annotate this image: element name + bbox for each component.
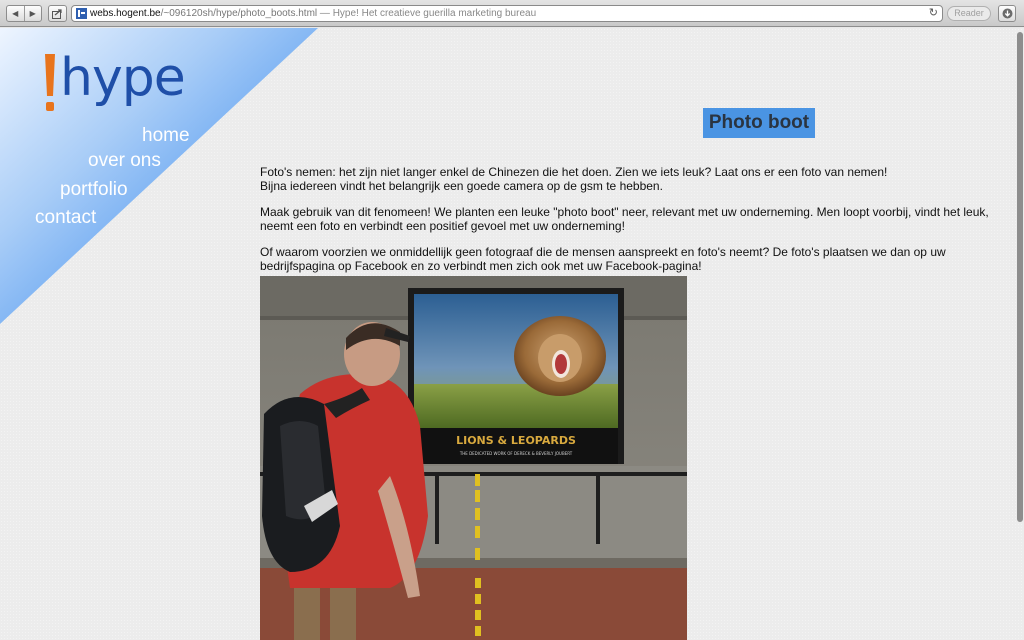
paragraph-1: Foto's nemen: het zijn niet langer enkel… bbox=[260, 165, 1000, 193]
forward-button[interactable]: ▶ bbox=[23, 6, 42, 21]
browser-toolbar: ◀ ▶ webs.hogent.be/~096120sh/hype/photo_… bbox=[0, 0, 1024, 27]
address-bar[interactable]: webs.hogent.be/~096120sh/hype/photo_boot… bbox=[71, 5, 943, 22]
poster-subtitle: THE DEDICATED WORK OF DERECK & BEVERLY J… bbox=[459, 451, 573, 456]
paragraph-2-line-2: neemt een foto en verbindt een positief … bbox=[260, 219, 625, 233]
url-host: webs.hogent.be bbox=[90, 8, 161, 19]
nav-portfolio[interactable]: portfolio bbox=[60, 179, 128, 201]
forward-arrow-icon: ▶ bbox=[29, 9, 36, 18]
nav-home[interactable]: home bbox=[142, 125, 190, 147]
downloads-button[interactable] bbox=[998, 5, 1016, 22]
nav-over-ons[interactable]: over ons bbox=[88, 150, 161, 172]
reader-button[interactable]: Reader bbox=[947, 6, 991, 21]
vertical-scrollbar[interactable] bbox=[1015, 28, 1024, 640]
photo-boot-image: LIONS & LEOPARDS THE DEDICATED WORK OF D… bbox=[260, 276, 687, 640]
paragraph-3-line-1: Of waarom voorzien we onmiddellijk geen … bbox=[260, 245, 946, 259]
history-buttons: ◀ ▶ bbox=[6, 5, 42, 22]
reload-icon[interactable]: ↻ bbox=[929, 6, 938, 21]
logo-text: hype bbox=[60, 48, 186, 108]
url-path: /~096120sh/hype/photo_boots.html bbox=[160, 8, 318, 19]
paragraph-1-line-1: Foto's nemen: het zijn niet langer enkel… bbox=[260, 165, 888, 179]
nav-contact[interactable]: contact bbox=[35, 207, 96, 229]
page-title-in-address: — Hype! Het creatieve guerilla marketing… bbox=[317, 8, 537, 19]
site-favicon-icon bbox=[76, 8, 87, 19]
paragraph-2-line-1: Maak gebruik van dit fenomeen! We plante… bbox=[260, 205, 989, 219]
share-button[interactable] bbox=[48, 5, 67, 22]
main-content: Foto's nemen: het zijn niet langer enkel… bbox=[260, 165, 1000, 285]
paragraph-1-line-2: Bijna iedereen vindt het belangrijk een … bbox=[260, 179, 663, 193]
poster-title: LIONS & LEOPARDS bbox=[456, 434, 576, 447]
scrollbar-thumb[interactable] bbox=[1017, 32, 1023, 522]
download-icon bbox=[1002, 8, 1012, 19]
back-button[interactable]: ◀ bbox=[7, 6, 24, 21]
page-viewport: hype home over ons portfolio contact Pho… bbox=[0, 28, 1024, 640]
paragraph-2: Maak gebruik van dit fenomeen! We plante… bbox=[260, 205, 1000, 233]
page-title: Photo boot bbox=[703, 108, 815, 138]
paragraph-3: Of waarom voorzien we onmiddellijk geen … bbox=[260, 245, 1000, 273]
logo-exclamation-icon bbox=[45, 54, 55, 111]
share-icon bbox=[52, 8, 62, 19]
paragraph-3-line-2: bedrijfspagina op Facebook en zo verbind… bbox=[260, 259, 702, 273]
back-arrow-icon: ◀ bbox=[12, 9, 19, 18]
